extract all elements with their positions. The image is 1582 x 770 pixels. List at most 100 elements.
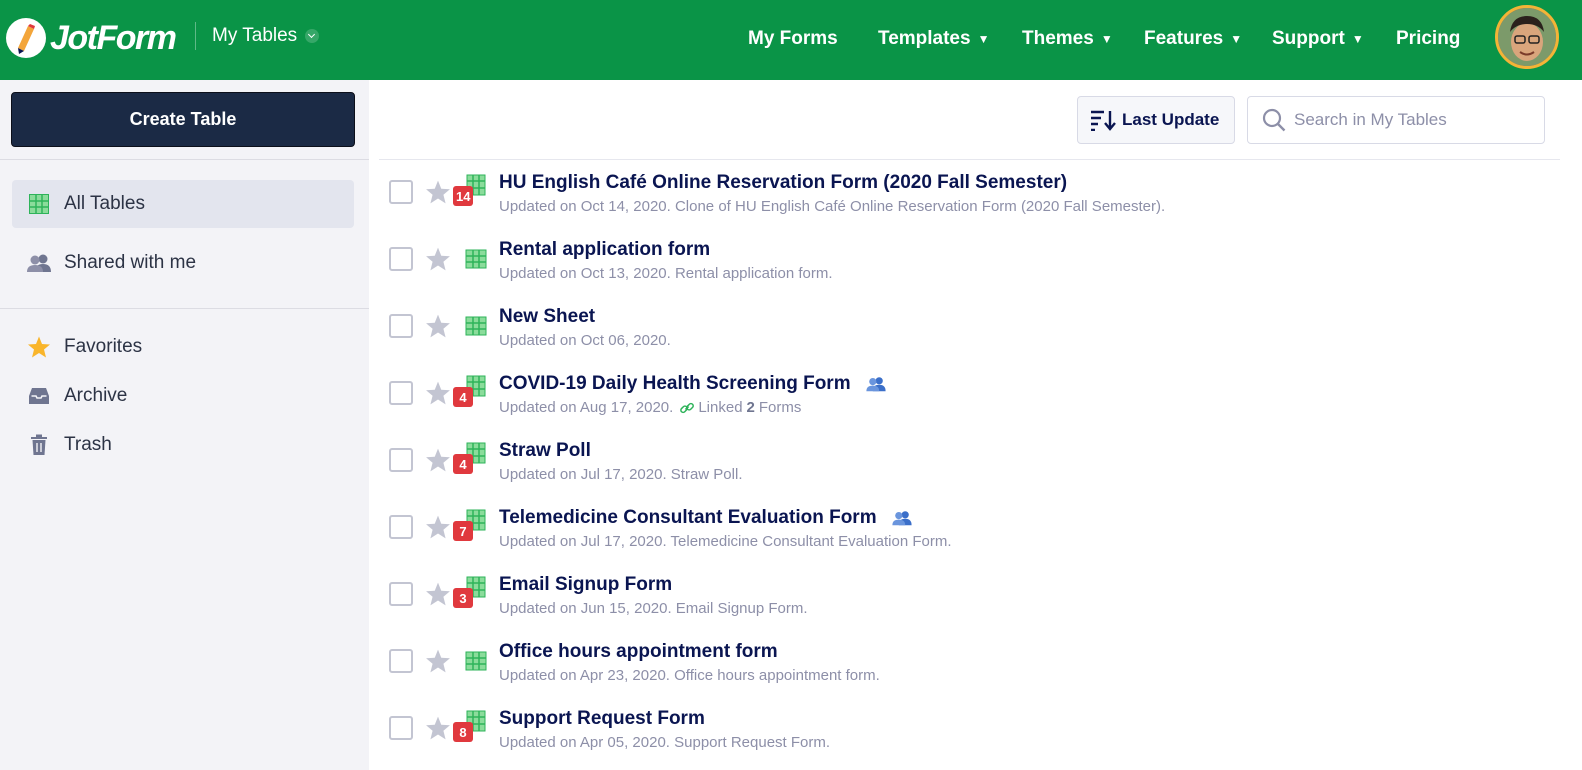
sidebar-item-trash[interactable]: Trash bbox=[12, 421, 354, 469]
row-checkbox[interactable] bbox=[389, 515, 413, 539]
row-checkbox[interactable] bbox=[389, 314, 413, 338]
favorite-star-icon[interactable] bbox=[425, 246, 451, 272]
favorite-star-icon[interactable] bbox=[425, 380, 451, 406]
table-subtitle: Updated on Jul 17, 2020. Straw Poll. bbox=[499, 466, 743, 483]
tables-list-panel: Last Update 14 HU English Café Online Re… bbox=[369, 80, 1582, 770]
row-checkbox[interactable] bbox=[389, 582, 413, 606]
jotform-logo[interactable]: JotForm bbox=[6, 16, 177, 60]
users-icon bbox=[26, 250, 52, 276]
table-title-line[interactable]: Office hours appointment form bbox=[499, 641, 778, 663]
favorite-star-icon[interactable] bbox=[425, 581, 451, 607]
sidebar-item-all-tables[interactable]: All Tables bbox=[12, 180, 354, 228]
favorite-star-icon[interactable] bbox=[425, 313, 451, 339]
table-updated-text: Updated on Aug 17, 2020. bbox=[499, 399, 674, 416]
favorite-star-icon[interactable] bbox=[425, 514, 451, 540]
inbox-icon bbox=[26, 383, 52, 409]
table-row[interactable]: 8 Support Request Form Updated on Apr 05… bbox=[369, 696, 1582, 763]
sidebar-divider bbox=[0, 308, 369, 309]
sidebar-item-label: Trash bbox=[64, 434, 112, 455]
table-title: Telemedicine Consultant Evaluation Form bbox=[499, 507, 877, 528]
nav-pricing[interactable]: Pricing bbox=[1396, 26, 1460, 52]
table-row[interactable]: Rental application form Updated on Oct 1… bbox=[369, 227, 1582, 294]
table-subtitle: Updated on Apr 23, 2020. Office hours ap… bbox=[499, 667, 880, 684]
table-title-line[interactable]: Telemedicine Consultant Evaluation Form bbox=[499, 507, 913, 529]
table-row[interactable]: Office hours appointment form Updated on… bbox=[369, 629, 1582, 696]
linked-count: 2 bbox=[746, 399, 755, 416]
nav-support[interactable]: Support ▼ bbox=[1272, 26, 1364, 52]
nav-label: Support bbox=[1272, 28, 1345, 49]
table-updated-text: Updated on Jun 15, 2020. Email Signup Fo… bbox=[499, 600, 808, 617]
table-row[interactable]: 4 COVID-19 Daily Health Screening Form U… bbox=[369, 361, 1582, 428]
caret-down-icon: ▼ bbox=[1100, 32, 1113, 46]
row-checkbox[interactable] bbox=[389, 381, 413, 405]
favorite-star-icon[interactable] bbox=[425, 715, 451, 741]
nav-label: Features bbox=[1144, 28, 1224, 49]
table-subtitle: Updated on Aug 17, 2020. Linked 2 Forms bbox=[499, 399, 801, 416]
nav-themes[interactable]: Themes ▼ bbox=[1022, 26, 1113, 52]
row-checkbox[interactable] bbox=[389, 649, 413, 673]
table-updated-text: Updated on Oct 13, 2020. Rental applicat… bbox=[499, 265, 833, 282]
table-title-line[interactable]: Rental application form bbox=[499, 239, 710, 261]
new-submissions-badge: 14 bbox=[453, 186, 474, 206]
sort-icon bbox=[1091, 110, 1116, 131]
nav-my-forms[interactable]: My Forms bbox=[748, 26, 838, 52]
sort-button[interactable]: Last Update bbox=[1077, 96, 1235, 144]
table-title: Straw Poll bbox=[499, 440, 591, 461]
section-switcher[interactable]: My Tables bbox=[212, 22, 320, 50]
sidebar: Create Table All Tables Shared with me F… bbox=[0, 80, 369, 770]
sidebar-divider bbox=[0, 159, 369, 160]
sidebar-item-archive[interactable]: Archive bbox=[12, 372, 354, 420]
table-title: Office hours appointment form bbox=[499, 641, 778, 662]
row-checkbox[interactable] bbox=[389, 448, 413, 472]
table-subtitle: Updated on Jul 17, 2020. Telemedicine Co… bbox=[499, 533, 952, 550]
table-subtitle: Updated on Apr 05, 2020. Support Request… bbox=[499, 734, 830, 751]
row-checkbox[interactable] bbox=[389, 716, 413, 740]
table-updated-text: Updated on Apr 23, 2020. Office hours ap… bbox=[499, 667, 880, 684]
shared-users-icon bbox=[891, 510, 913, 526]
favorite-star-icon[interactable] bbox=[425, 179, 451, 205]
user-avatar[interactable] bbox=[1495, 5, 1559, 69]
table-updated-text: Updated on Jul 17, 2020. Straw Poll. bbox=[499, 466, 743, 483]
table-row[interactable]: 7 Telemedicine Consultant Evaluation For… bbox=[369, 495, 1582, 562]
nav-label: Templates bbox=[878, 28, 971, 49]
table-subtitle: Updated on Oct 06, 2020. bbox=[499, 332, 671, 349]
star-icon bbox=[26, 334, 52, 360]
search-box[interactable] bbox=[1247, 96, 1545, 144]
table-title-line[interactable]: Email Signup Form bbox=[499, 574, 672, 596]
favorite-star-icon[interactable] bbox=[425, 447, 451, 473]
sidebar-item-label: Shared with me bbox=[64, 252, 197, 273]
table-title-line[interactable]: COVID-19 Daily Health Screening Form bbox=[499, 373, 887, 395]
table-title-line[interactable]: Straw Poll bbox=[499, 440, 591, 462]
table-title-line[interactable]: Support Request Form bbox=[499, 708, 705, 730]
favorite-star-icon[interactable] bbox=[425, 648, 451, 674]
table-title-line[interactable]: New Sheet bbox=[499, 306, 595, 328]
table-row[interactable]: New Sheet Updated on Oct 06, 2020. bbox=[369, 294, 1582, 361]
sidebar-item-shared-with-me[interactable]: Shared with me bbox=[12, 239, 354, 287]
table-updated-text: Updated on Apr 05, 2020. Support Request… bbox=[499, 734, 831, 751]
create-table-button[interactable]: Create Table bbox=[11, 92, 355, 147]
sidebar-item-favorites[interactable]: Favorites bbox=[12, 323, 354, 371]
row-checkbox[interactable] bbox=[389, 247, 413, 271]
link-icon bbox=[679, 400, 695, 416]
chevron-down-icon bbox=[305, 29, 320, 43]
table-subtitle: Updated on Oct 13, 2020. Rental applicat… bbox=[499, 265, 833, 282]
nav-features[interactable]: Features ▼ bbox=[1144, 26, 1242, 52]
new-submissions-badge: 3 bbox=[453, 588, 473, 608]
trash-icon bbox=[26, 432, 52, 458]
row-checkbox[interactable] bbox=[389, 180, 413, 204]
sort-label: Last Update bbox=[1122, 110, 1220, 129]
shared-users-icon bbox=[865, 376, 887, 392]
table-title: HU English Café Online Reservation Form … bbox=[499, 172, 1068, 193]
table-title-line[interactable]: HU English Café Online Reservation Form … bbox=[499, 172, 1067, 194]
search-icon bbox=[1262, 108, 1286, 132]
search-input[interactable] bbox=[1294, 110, 1534, 130]
table-updated-text: Updated on Jul 17, 2020. Telemedicine Co… bbox=[499, 533, 952, 550]
nav-templates[interactable]: Templates ▼ bbox=[878, 26, 989, 52]
table-row[interactable]: 14 HU English Café Online Reservation Fo… bbox=[369, 160, 1582, 227]
new-submissions-badge: 4 bbox=[453, 454, 473, 474]
nav-label: Pricing bbox=[1396, 28, 1461, 49]
table-row[interactable]: 3 Email Signup Form Updated on Jun 15, 2… bbox=[369, 562, 1582, 629]
table-subtitle: Updated on Oct 14, 2020. Clone of HU Eng… bbox=[499, 198, 1165, 215]
table-title: COVID-19 Daily Health Screening Form bbox=[499, 373, 851, 394]
table-row[interactable]: 4 Straw Poll Updated on Jul 17, 2020. St… bbox=[369, 428, 1582, 495]
